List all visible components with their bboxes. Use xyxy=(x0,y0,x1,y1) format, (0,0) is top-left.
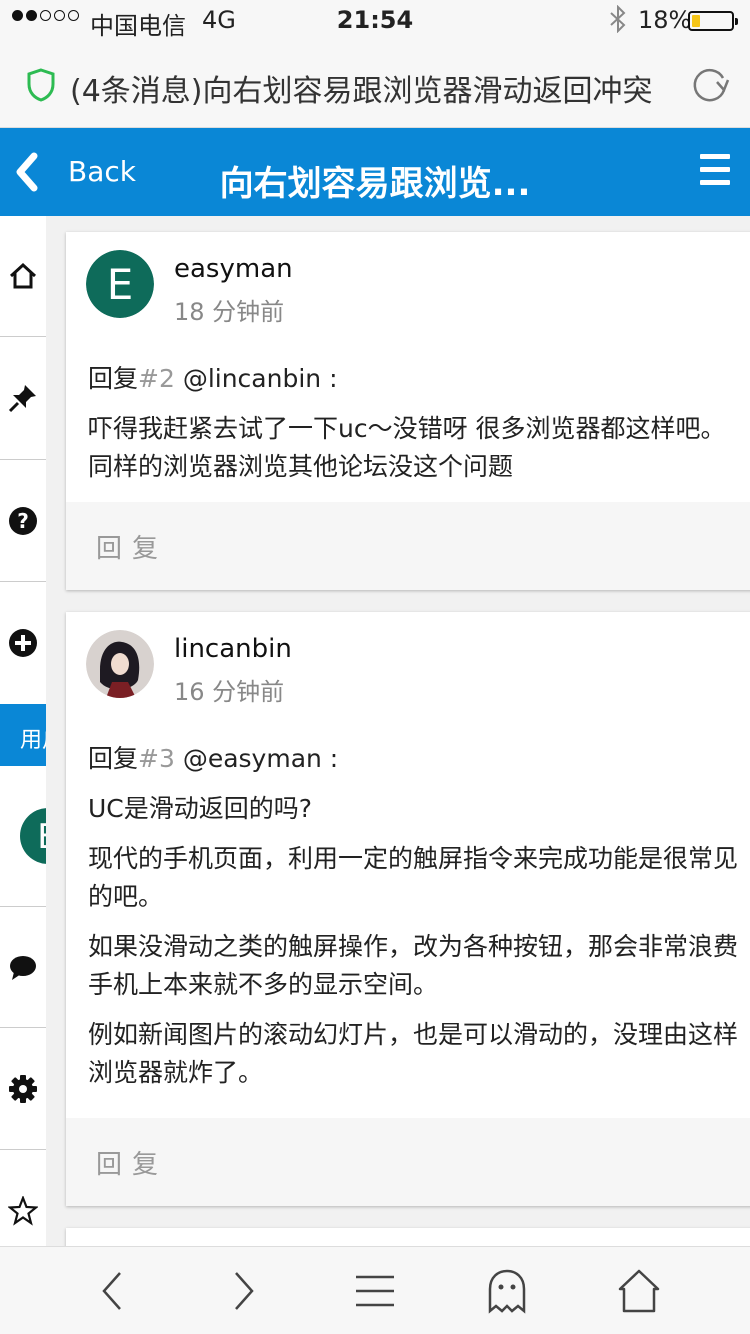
gear-icon[interactable] xyxy=(0,1029,46,1149)
back-arrow-icon[interactable] xyxy=(88,1267,138,1315)
address-bar[interactable]: (4条消息)向右划容易跟浏览器滑动返回冲突 xyxy=(0,40,750,128)
svg-text:?: ? xyxy=(17,509,29,533)
author-name[interactable]: easyman xyxy=(174,254,293,284)
post-paragraph: UC是滑动返回的吗? xyxy=(88,794,313,823)
reply-reference: 回复#3 @easyman : xyxy=(88,744,339,773)
plus-circle-icon[interactable] xyxy=(0,583,46,703)
app-header: Back 向右划容易跟浏览... xyxy=(0,128,750,216)
chat-bubble-icon[interactable] xyxy=(0,908,46,1028)
post-paragraph: 例如新闻图片的滚动幻灯片，也是可以滑动的，没理由这样浏览器就炸了。 xyxy=(88,1020,739,1087)
pin-icon[interactable] xyxy=(0,338,46,458)
post-paragraph: 现代的手机页面，利用一定的触屏指令来完成功能是很常见的吧。 xyxy=(88,844,739,911)
post-body: 回复#3 @easyman : UC是滑动返回的吗? 现代的手机页面，利用一定的… xyxy=(88,740,748,1104)
post-time: 18 分钟前 xyxy=(174,298,285,326)
menu-lines-icon[interactable] xyxy=(350,1267,400,1315)
home-icon[interactable] xyxy=(0,216,46,336)
post-card xyxy=(66,1228,750,1246)
reply-floor-link[interactable]: #2 xyxy=(138,364,175,393)
svg-text:E: E xyxy=(37,817,46,857)
avatar[interactable] xyxy=(86,630,154,698)
secure-shield-icon xyxy=(27,68,55,102)
reply-mention[interactable]: @lincanbin : xyxy=(175,364,338,393)
post-footer: 回复 xyxy=(66,502,750,590)
forward-arrow-icon[interactable] xyxy=(218,1267,268,1315)
back-chevron-icon[interactable] xyxy=(12,152,42,192)
bluetooth-icon xyxy=(608,4,628,39)
post-paragraph: 吓得我赶紧去试了一下uc～没错呀 很多浏览器都这样吧。同样的浏览器浏览其他论坛没… xyxy=(88,414,726,481)
browser-toolbar xyxy=(0,1246,750,1334)
post-paragraph: 如果没滑动之类的触屏操作，改为各种按钮，那会非常浪费手机上本来就不多的显示空间。 xyxy=(88,932,739,999)
page-title-in-address-bar[interactable]: (4条消息)向右划容易跟浏览器滑动返回冲突 xyxy=(70,66,653,110)
author-name[interactable]: lincanbin xyxy=(174,634,292,664)
left-rail: ? 用户 E xyxy=(0,216,46,1246)
back-button[interactable]: Back xyxy=(68,155,136,188)
reply-reference: 回复#2 @lincanbin : xyxy=(88,364,338,393)
reply-floor-link[interactable]: #3 xyxy=(138,744,175,773)
post-time: 16 分钟前 xyxy=(174,678,285,706)
question-icon[interactable]: ? xyxy=(0,461,46,581)
ghost-icon[interactable] xyxy=(482,1267,532,1315)
post-footer: 回复 xyxy=(66,1118,750,1206)
status-bar: 中国电信 4G 21:54 18% xyxy=(0,0,750,40)
svg-text:E: E xyxy=(107,260,134,309)
home-outline-icon[interactable] xyxy=(614,1267,664,1315)
avatar[interactable]: E xyxy=(86,250,154,318)
hamburger-menu-icon[interactable] xyxy=(700,154,730,186)
post-card: lincanbin 16 分钟前 回复#3 @easyman : UC是滑动返回… xyxy=(66,612,750,1206)
page-title: 向右划容易跟浏览... xyxy=(219,164,531,204)
battery-icon xyxy=(688,11,738,31)
reply-button[interactable]: 回复 xyxy=(96,528,168,565)
reload-icon[interactable] xyxy=(690,64,730,104)
battery-percent: 18% xyxy=(638,6,692,34)
post-body: 回复#2 @lincanbin : 吓得我赶紧去试了一下uc～没错呀 很多浏览器… xyxy=(88,360,748,498)
post-card: E easyman 18 分钟前 回复#2 @lincanbin : 吓得我赶紧… xyxy=(66,232,750,590)
sidebar-item-user[interactable]: 用户 xyxy=(0,704,46,766)
rail-avatar[interactable]: E xyxy=(0,786,46,886)
reply-mention[interactable]: @easyman : xyxy=(175,744,338,773)
thread-content[interactable]: E easyman 18 分钟前 回复#2 @lincanbin : 吓得我赶紧… xyxy=(46,216,750,1246)
reply-button[interactable]: 回复 xyxy=(96,1144,168,1181)
